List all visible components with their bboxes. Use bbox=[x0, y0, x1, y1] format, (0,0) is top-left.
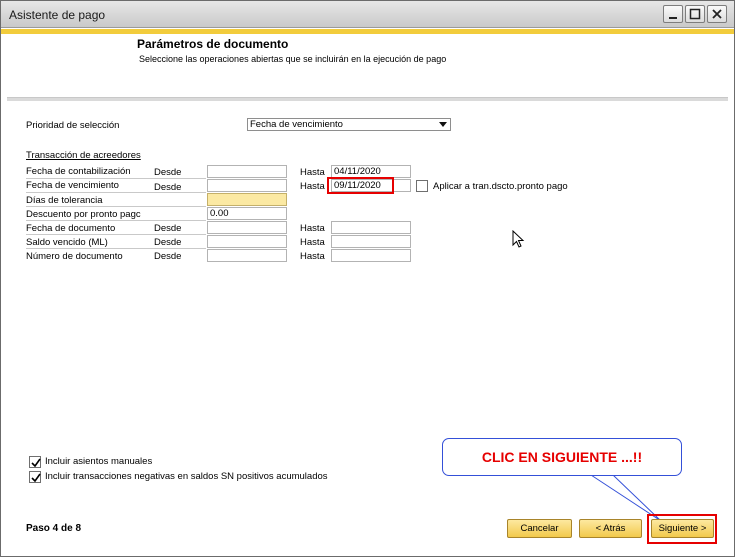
document-number-to-input[interactable] bbox=[331, 249, 411, 262]
checkmark-icon bbox=[31, 458, 41, 468]
title-bar: Asistente de pago bbox=[1, 1, 734, 28]
minimize-button[interactable] bbox=[663, 5, 683, 23]
document-number-from-input[interactable] bbox=[207, 249, 287, 262]
document-number-to-label: Hasta bbox=[300, 251, 325, 262]
early-discount-label: Descuento por pronto pagc bbox=[26, 209, 141, 220]
due-date-label: Fecha de vencimiento bbox=[26, 180, 119, 191]
document-date-from-input[interactable] bbox=[207, 221, 287, 234]
maximize-icon bbox=[689, 8, 701, 20]
page-title: Parámetros de documento bbox=[137, 37, 289, 51]
header-accent-bar bbox=[1, 29, 734, 34]
negative-tx-checkbox[interactable] bbox=[29, 471, 41, 483]
apply-discount-label: Aplicar a tran.dscto.pronto pago bbox=[433, 181, 568, 192]
overdue-balance-label: Saldo vencido (ML) bbox=[26, 237, 108, 248]
header-divider bbox=[7, 97, 728, 101]
close-icon bbox=[712, 9, 722, 19]
step-indicator: Paso 4 de 8 bbox=[26, 523, 82, 534]
minimize-icon bbox=[669, 17, 677, 19]
manual-entries-checkbox[interactable] bbox=[29, 456, 41, 468]
priority-label: Prioridad de selección bbox=[26, 120, 120, 131]
early-discount-input[interactable]: 0.00 bbox=[207, 207, 287, 220]
document-date-from-label: Desde bbox=[154, 223, 182, 234]
payment-wizard-window: Asistente de pago Parámetros de document… bbox=[0, 0, 735, 557]
page-subtitle: Seleccione las operaciones abiertas que … bbox=[139, 54, 447, 64]
negative-tx-label: Incluir transacciones negativas en saldo… bbox=[45, 471, 328, 482]
manual-entries-label: Incluir asientos manuales bbox=[45, 456, 153, 467]
posting-date-label: Fecha de contabilización bbox=[26, 166, 131, 177]
row-divider bbox=[26, 192, 206, 193]
overdue-balance-to-label: Hasta bbox=[300, 237, 325, 248]
document-date-to-label: Hasta bbox=[300, 223, 325, 234]
cancel-button[interactable]: Cancelar bbox=[507, 519, 572, 538]
posting-date-to-label: Hasta bbox=[300, 167, 325, 178]
due-date-from-input[interactable] bbox=[207, 179, 287, 192]
callout-annotation: CLIC EN SIGUIENTE ...!! bbox=[442, 438, 682, 476]
row-divider bbox=[26, 248, 206, 249]
window-title: Asistente de pago bbox=[9, 8, 106, 22]
row-divider bbox=[26, 206, 206, 207]
back-button[interactable]: < Atrás bbox=[579, 519, 642, 538]
overdue-balance-from-input[interactable] bbox=[207, 235, 287, 248]
row-divider bbox=[26, 178, 206, 179]
checkmark-icon bbox=[31, 473, 41, 483]
posting-date-from-label: Desde bbox=[154, 167, 182, 178]
document-number-label: Número de documento bbox=[26, 251, 123, 262]
document-date-to-input[interactable] bbox=[331, 221, 411, 234]
tolerance-days-label: Días de tolerancia bbox=[26, 195, 103, 206]
row-divider bbox=[26, 234, 206, 235]
apply-discount-checkbox[interactable] bbox=[416, 180, 428, 192]
priority-select-value: Fecha de vencimiento bbox=[250, 119, 343, 130]
overdue-balance-from-label: Desde bbox=[154, 237, 182, 248]
document-date-label: Fecha de documento bbox=[26, 223, 116, 234]
highlight-box-next bbox=[647, 514, 717, 544]
highlight-box-due-date bbox=[327, 177, 394, 194]
close-button[interactable] bbox=[707, 5, 727, 23]
mouse-cursor-icon bbox=[512, 230, 525, 248]
due-date-to-label: Hasta bbox=[300, 181, 325, 192]
priority-select[interactable]: Fecha de vencimiento bbox=[247, 118, 451, 131]
section-title: Transacción de acreedores bbox=[26, 150, 141, 161]
maximize-button[interactable] bbox=[685, 5, 705, 23]
tolerance-days-input[interactable] bbox=[207, 193, 287, 206]
overdue-balance-to-input[interactable] bbox=[331, 235, 411, 248]
document-number-from-label: Desde bbox=[154, 251, 182, 262]
chevron-down-icon bbox=[439, 122, 447, 127]
posting-date-from-input[interactable] bbox=[207, 165, 287, 178]
row-divider bbox=[26, 220, 206, 221]
